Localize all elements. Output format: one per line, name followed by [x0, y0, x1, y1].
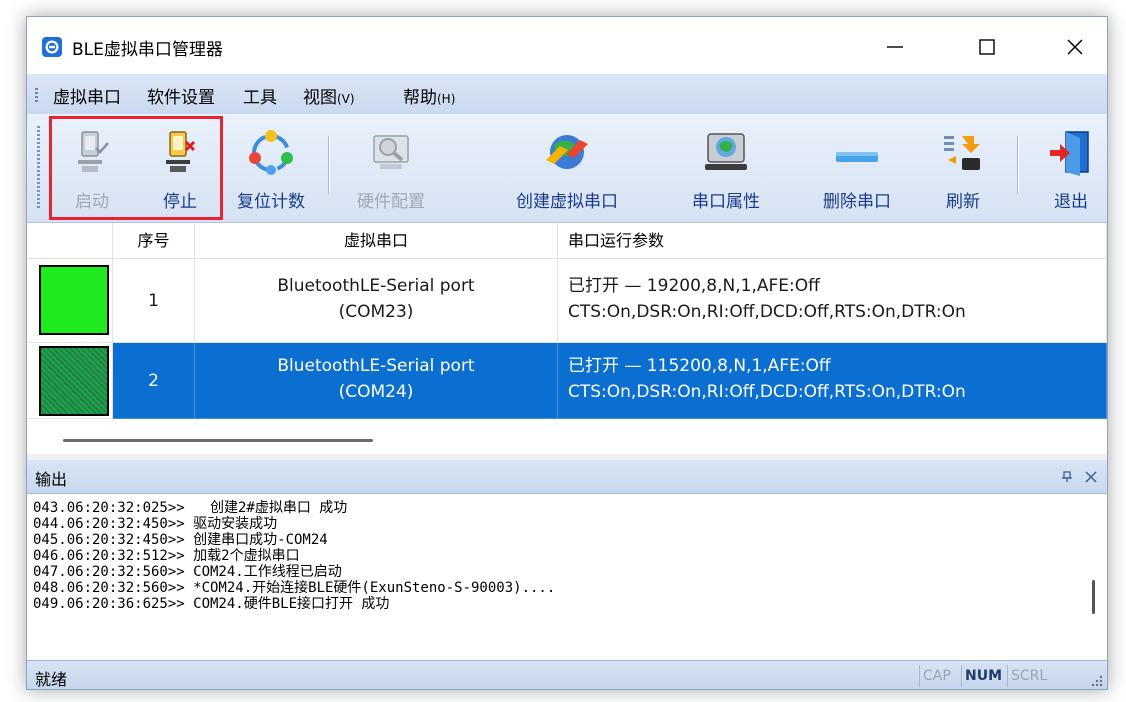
log-line: 043.06:20:32:025>> 创建2#虚拟串口 成功: [33, 500, 348, 516]
toolbar: 启动 停止 复位计数 硬件配置 创建虚拟串口 串口属性 删除串口 刷新 退出: [27, 114, 1107, 222]
column-header-status[interactable]: [27, 223, 113, 259]
highlight-box: [49, 116, 223, 220]
create-port-icon: [546, 135, 588, 169]
close-panel-icon[interactable]: [1085, 471, 1097, 483]
reset-count-label: 复位计数: [237, 192, 305, 212]
port-cell: BluetoothLE-Serial port (COM24): [195, 343, 558, 419]
log-line: 047.06:20:32:560>> COM24.工作线程已启动: [33, 564, 342, 580]
output-panel: 输出 043.06:20:32:025>> 创建2#虚拟串口 成功 044.06…: [27, 460, 1107, 660]
create-virtual-port-button[interactable]: 创建虚拟串口: [505, 124, 629, 216]
status-cell: [27, 259, 113, 343]
toolbar-separator: [1017, 136, 1018, 194]
port-cell: BluetoothLE-Serial port (COM23): [195, 259, 558, 343]
maximize-button[interactable]: [959, 27, 1015, 67]
column-header-port[interactable]: 虚拟串口: [195, 223, 558, 259]
params-cell: 已打开 — 19200,8,N,1,AFE:Off CTS:On,DSR:On,…: [558, 259, 1107, 343]
cap-indicator: CAP: [919, 665, 954, 687]
pin-icon[interactable]: [1061, 471, 1073, 483]
close-icon: [1067, 39, 1083, 55]
port-properties-icon: [705, 133, 747, 170]
params-signals: CTS:On,DSR:On,RI:Off,DCD:Off,RTS:On,DTR:…: [568, 302, 966, 322]
status-cell: [27, 343, 113, 419]
vertical-scrollbar[interactable]: [1092, 580, 1095, 614]
refresh-icon: [944, 136, 980, 170]
delete-port-button[interactable]: 删除串口: [809, 124, 905, 216]
log-line: 049.06:20:36:625>> COM24.硬件BLE接口打开 成功: [33, 596, 390, 612]
toolbar-separator: [328, 136, 329, 194]
params-signals: CTS:On,DSR:On,RI:Off,DCD:Off,RTS:On,DTR:…: [568, 382, 966, 402]
port-com: (COM24): [338, 382, 414, 402]
online-indicator: [39, 265, 109, 335]
delete-port-label: 删除串口: [823, 192, 891, 212]
remove-icon: [836, 152, 878, 162]
output-log[interactable]: 043.06:20:32:025>> 创建2#虚拟串口 成功 044.06:20…: [27, 494, 1107, 660]
main-window: BLE虚拟串口管理器 虚拟串口 软件设置 工具 视图(V) 帮助(H) 启动 停…: [26, 16, 1108, 690]
menu-bar: 虚拟串口 软件设置 工具 视图(V) 帮助(H): [27, 74, 1107, 114]
log-line: 045.06:20:32:450>> 创建串口成功-COM24: [33, 532, 328, 548]
num-indicator: NUM: [961, 665, 1005, 687]
resize-grip-icon[interactable]: [1091, 675, 1103, 687]
reset-count-button[interactable]: 复位计数: [227, 124, 315, 216]
menu-grip[interactable]: [35, 88, 38, 102]
exit-door-icon: [1050, 131, 1089, 176]
selected-indicator: [39, 346, 109, 416]
hardware-config-label: 硬件配置: [357, 192, 425, 212]
close-button[interactable]: [1047, 27, 1103, 67]
menu-virtual-port[interactable]: 虚拟串口: [53, 83, 121, 108]
column-header-params[interactable]: 串口运行参数: [558, 223, 1107, 259]
params-line: 已打开 — 115200,8,N,1,AFE:Off: [568, 356, 831, 376]
params-cell: 已打开 — 115200,8,N,1,AFE:Off CTS:On,DSR:On…: [558, 343, 1107, 419]
app-icon: [42, 37, 62, 57]
title-bar[interactable]: BLE虚拟串口管理器: [27, 17, 1107, 74]
menu-help[interactable]: 帮助(H): [403, 83, 455, 108]
hardware-config-icon: [373, 135, 409, 169]
log-line: 044.06:20:32:450>> 驱动安装成功: [33, 516, 278, 532]
virtual-port-list: 序号 虚拟串口 串口运行参数 1 BluetoothLE-Serial port…: [27, 222, 1107, 454]
port-com: (COM23): [338, 302, 414, 322]
maximize-icon: [979, 39, 995, 55]
output-title: 输出: [35, 470, 68, 489]
horizontal-scrollbar[interactable]: [63, 439, 373, 442]
window-title: BLE虚拟串口管理器: [72, 40, 223, 60]
port-name: BluetoothLE-Serial port: [277, 276, 475, 296]
log-line: 046.06:20:32:512>> 加载2个虚拟串口: [33, 548, 300, 564]
menu-software-settings[interactable]: 软件设置: [147, 83, 215, 108]
exit-button[interactable]: 退出: [1037, 124, 1105, 216]
hardware-config-button[interactable]: 硬件配置: [341, 124, 441, 216]
reset-icon: [249, 130, 293, 175]
port-properties-button[interactable]: 串口属性: [679, 124, 773, 216]
params-line: 已打开 — 19200,8,N,1,AFE:Off: [568, 276, 820, 296]
toolbar-grip[interactable]: [37, 126, 40, 210]
create-virtual-port-label: 创建虚拟串口: [516, 192, 618, 212]
exit-label: 退出: [1054, 192, 1088, 212]
output-title-bar: 输出: [27, 460, 1107, 494]
minimize-icon: [887, 46, 903, 48]
menu-tools[interactable]: 工具: [243, 83, 277, 108]
menu-view[interactable]: 视图(V): [303, 83, 355, 108]
port-properties-label: 串口属性: [692, 192, 760, 212]
refresh-label: 刷新: [946, 192, 980, 212]
status-text: 就绪: [35, 670, 68, 689]
port-name: BluetoothLE-Serial port: [277, 356, 475, 376]
log-line: 048.06:20:32:560>> *COM24.开始连接BLE硬件(Exun…: [33, 580, 556, 596]
minimize-button[interactable]: [867, 27, 923, 67]
status-bar: 就绪 CAP NUM SCRL: [27, 660, 1107, 689]
refresh-button[interactable]: 刷新: [933, 124, 993, 216]
scrl-indicator: SCRL: [1007, 665, 1050, 687]
column-header-index[interactable]: 序号: [113, 223, 195, 259]
index-cell: 2: [113, 343, 195, 419]
index-cell: 1: [113, 259, 195, 343]
